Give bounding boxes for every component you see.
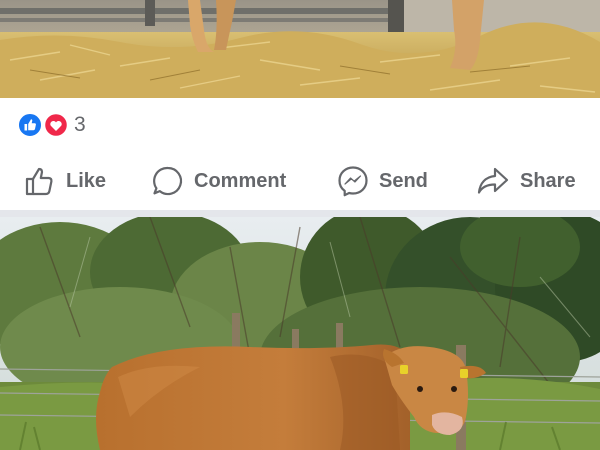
comment-bubble-icon <box>153 166 183 196</box>
reaction-count: 3 <box>74 113 86 136</box>
post-divider <box>0 210 600 217</box>
reaction-icons <box>18 113 69 137</box>
bull-photo-image <box>0 217 600 450</box>
love-reaction-icon <box>43 113 69 137</box>
share-label: Share <box>520 169 576 192</box>
like-button[interactable]: Like <box>24 164 106 198</box>
share-button[interactable]: Share <box>476 164 576 198</box>
reactions-summary[interactable]: 3 <box>0 98 600 152</box>
comment-label: Comment <box>194 169 287 192</box>
like-reaction-icon <box>18 113 42 137</box>
messenger-icon <box>338 166 368 197</box>
send-button[interactable]: Send <box>337 164 428 198</box>
post-action-bar: Like Comment Send Share <box>0 152 600 210</box>
straw-photo-image <box>0 0 600 98</box>
thumbs-up-icon <box>25 167 53 196</box>
post-photo-bottom[interactable] <box>0 217 600 450</box>
post-photo-top[interactable] <box>0 0 600 98</box>
like-label: Like <box>66 169 107 192</box>
share-arrow-icon <box>477 167 509 194</box>
comment-button[interactable]: Comment <box>152 164 286 198</box>
send-label: Send <box>379 169 428 192</box>
